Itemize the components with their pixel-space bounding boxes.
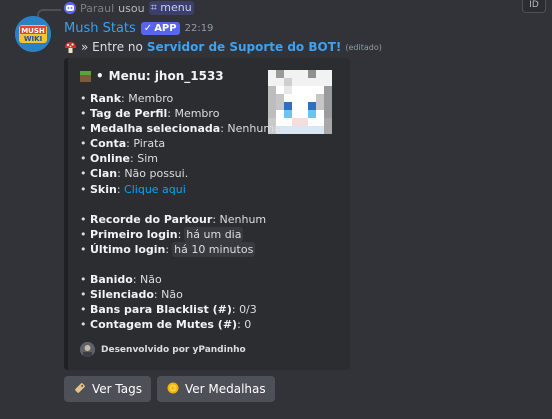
slash-command[interactable]: ⌗ menu	[148, 1, 194, 15]
mushroom-icon	[64, 41, 77, 53]
last-login-timestamp[interactable]: há 10 minutos	[172, 241, 256, 258]
embed-title: • Menu: jhon_1533	[80, 69, 224, 83]
field-muted: • Silenciado: Não	[80, 288, 183, 302]
field-account: • Conta: Pirata	[80, 137, 166, 151]
edited-marker: (editado)	[345, 42, 382, 52]
field-first-login: • Primeiro login: há um dia	[80, 226, 244, 242]
field-banned: • Banido: Não	[80, 273, 162, 287]
embed-title-bullet: •	[96, 69, 104, 83]
medal-icon	[166, 381, 180, 398]
avatar-text-top: MUSH	[21, 27, 45, 35]
field-rank: • Rank: Membro	[80, 92, 174, 105]
app-badge-label: APP	[154, 23, 177, 34]
field-skin: • Skin: Clique aqui	[80, 182, 186, 197]
label-tag-icon	[73, 381, 87, 398]
avatar-text-bottom: WIKI	[24, 35, 42, 43]
message-content: » Entre no Servidor de Suporte do BOT! (…	[64, 40, 382, 54]
timestamp[interactable]: 22:19	[185, 23, 214, 34]
hash-icon: ⌗	[150, 1, 157, 14]
view-tags-label: Ver Tags	[92, 382, 142, 396]
author-name[interactable]: Mush Stats	[64, 21, 136, 36]
grass-block-icon	[80, 70, 91, 82]
message-header: Mush Stats ✓ APP 22:19	[64, 21, 213, 36]
field-blacklist-bans: • Bans para Blacklist (#): 0/3	[80, 303, 257, 317]
discord-icon	[64, 2, 76, 14]
view-tags-button[interactable]: Ver Tags	[64, 376, 151, 402]
reply-reference[interactable]: Paraul usou ⌗ menu	[64, 0, 194, 16]
content-prefix: » Entre no	[81, 40, 143, 54]
first-login-timestamp[interactable]: há um dia	[184, 226, 244, 242]
field-profile-tag: • Tag de Perfil: Membro	[80, 107, 220, 121]
view-medals-label: Ver Medalhas	[184, 382, 266, 396]
action-buttons: Ver Tags Ver Medalhas	[64, 376, 275, 402]
embed-footer: Desenvolvido por yPandinho	[80, 342, 246, 357]
command-name: menu	[160, 1, 192, 14]
field-clan: • Clan: Não possui.	[80, 167, 189, 181]
skin-link[interactable]: Clique aqui	[124, 182, 186, 197]
embed-fields: • Rank: Membro • Tag de Perfil: Membro • Me…	[80, 91, 281, 333]
embed-card: • Menu: jhon_1533 • Rank: Membro • Tag d…	[64, 58, 350, 370]
view-medals-button[interactable]: Ver Medalhas	[156, 376, 275, 402]
reply-action: usou	[118, 1, 145, 15]
field-last-login: • Último login: há 10 minutos	[80, 241, 256, 258]
field-parkour-record: • Recorde do Parkour: Nenhum	[80, 212, 267, 226]
reply-username[interactable]: Paraul	[80, 2, 114, 15]
field-online: • Online: Sim	[80, 152, 158, 166]
embed-title-text: Menu: jhon_1533	[108, 69, 224, 83]
field-selected-medal: • Medalha selecionada: Nenhuma	[80, 122, 281, 136]
footer-text: Desenvolvido por yPandinho	[101, 344, 246, 355]
field-mute-count: • Contagem de Mutes (#): 0	[80, 318, 252, 332]
app-badge: ✓ APP	[140, 22, 180, 35]
message-action-button[interactable]: ID	[522, 0, 546, 13]
avatar[interactable]: MUSH WIKI	[15, 16, 51, 52]
footer-avatar	[80, 342, 95, 357]
check-icon: ✓	[143, 23, 153, 34]
support-server-link[interactable]: Servidor de Suporte do BOT!	[147, 40, 341, 54]
